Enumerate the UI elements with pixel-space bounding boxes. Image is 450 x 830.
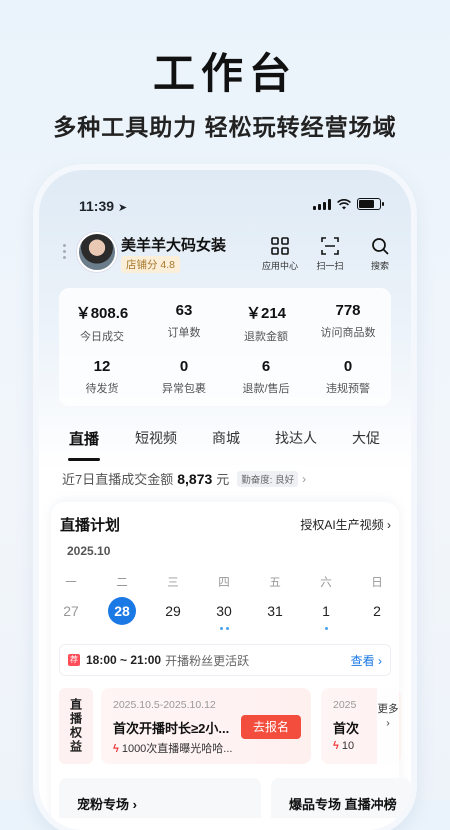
recommend-badge: 荐	[68, 654, 80, 666]
chevron-right-icon: ›	[386, 717, 390, 729]
drag-handle-icon[interactable]	[63, 244, 66, 262]
stat-today-gmv[interactable]: ￥808.6 今日成交	[61, 302, 143, 344]
chevron-right-icon: ›	[387, 518, 391, 532]
stat-orders[interactable]: 63 订单数	[143, 302, 225, 340]
location-arrow-icon: ➤	[118, 202, 128, 214]
schedule-dots	[306, 627, 346, 631]
battery-icon	[357, 198, 384, 210]
stat-violation-alerts[interactable]: 0 违规预警	[307, 358, 389, 396]
schedule-dots	[204, 627, 244, 631]
slot-desc: 开播粉丝更活跃	[165, 653, 250, 668]
promo-title: 首次	[333, 721, 360, 736]
hero-subtitle: 多种工具助力 轻松玩转经营场域	[53, 114, 397, 140]
wifi-icon	[337, 198, 351, 209]
cellular-signal-icon	[313, 198, 331, 210]
search-icon	[372, 238, 389, 255]
recommended-slot[interactable]: 荐 18:00 ~ 21:00 开播粉丝更活跃 查看 ›	[59, 644, 391, 676]
promo-desc: ϟ 10	[333, 740, 355, 752]
shop-score-badge[interactable]: 店铺分 4.8	[121, 256, 181, 273]
signup-button[interactable]: 去报名	[241, 715, 301, 739]
shop-header: 美羊羊大码女装 店铺分 4.8 应用中心 扫一扫 搜索	[57, 232, 399, 274]
calendar-day[interactable]: 五 31	[255, 574, 295, 631]
lightning-icon: ϟ	[113, 743, 119, 755]
shop-avatar[interactable]	[77, 232, 117, 272]
calendar-day-selected[interactable]: 二 28	[102, 574, 142, 631]
promo-desc: ϟ 1000次直播曝光哈哈...	[113, 743, 233, 755]
calendar-month: 2025.10	[67, 544, 111, 558]
promo-card[interactable]: 2025.10.5-2025.10.12 首次开播时长≥2小... ϟ 1000次…	[101, 688, 311, 764]
promo-date: 2025	[333, 699, 357, 711]
app-center-label: 应用中心	[261, 261, 298, 271]
status-time: 11:39 ➤	[79, 198, 128, 214]
phone-frame: 11:39 ➤ 美羊羊大码女装 店铺分 4.8 应用中心 扫一扫 搜索 ￥808…	[39, 170, 411, 830]
live-plan-title: 直播计划	[60, 517, 121, 534]
status-bar: 11:39 ➤	[79, 198, 384, 214]
calendar-day[interactable]: 六1	[306, 574, 346, 631]
ai-video-link[interactable]: 授权AI生产视频 ›	[300, 516, 391, 533]
week-gmv-value: 8,873	[177, 470, 213, 487]
tab-live[interactable]: 直播	[68, 428, 101, 461]
hero-title: 工作台	[152, 50, 297, 97]
fan-special-card[interactable]: 宠粉专场 ›	[59, 778, 261, 818]
live-plan-card: 直播计划 授权AI生产视频 › 2025.10 一 27 二 28 三 29 四 30 …	[51, 502, 411, 830]
diligence-chip: 勤奋度: 良好	[237, 470, 299, 487]
calendar-day[interactable]: 三 29	[153, 574, 193, 631]
active-tab-indicator	[68, 458, 101, 461]
week-gmv-row[interactable]: 近7日直播成交金额 8,873 元 勤奋度: 良好 ›	[62, 469, 306, 488]
stats-panel: ￥808.6 今日成交 63 订单数 ￥214 退款金额 778 访问商品数 12 待发货…	[59, 288, 391, 406]
calendar-day[interactable]: 日2	[357, 574, 397, 631]
scan-button[interactable]: 扫一扫	[311, 232, 349, 272]
promo-date: 2025.10.5-2025.10.12	[113, 699, 216, 711]
app-center-button[interactable]: 应用中心	[261, 232, 299, 272]
live-rights-tag: 直播权益	[59, 688, 93, 764]
app-grid-icon	[271, 237, 289, 255]
tab-mall[interactable]: 商城	[212, 428, 240, 448]
slot-time: 18:00 ~ 21:00	[86, 653, 162, 667]
search-label: 搜索	[370, 261, 389, 271]
calendar-day[interactable]: 四 30	[204, 574, 244, 631]
stat-visited-products[interactable]: 778 访问商品数	[307, 302, 389, 340]
quick-actions: 应用中心 扫一扫 搜索	[261, 232, 399, 272]
channel-tabs: 直播 短视频 商城 找达人 大促	[68, 428, 411, 461]
promo-title: 首次开播时长≥2小...	[113, 721, 230, 736]
lightning-icon: ϟ	[333, 740, 339, 752]
hot-item-card[interactable]: 爆品专场 直播冲榜	[271, 778, 411, 818]
tab-big-promo[interactable]: 大促	[352, 428, 380, 448]
stat-refund-amount[interactable]: ￥214 退款金额	[225, 302, 307, 344]
tab-short-video[interactable]: 短视频	[135, 428, 177, 448]
stat-refunds-aftersale[interactable]: 6 退款/售后	[225, 358, 307, 396]
scan-label: 扫一扫	[316, 261, 344, 271]
scan-icon	[321, 237, 339, 255]
tab-find-creators[interactable]: 找达人	[275, 428, 317, 448]
shop-name[interactable]: 美羊羊大码女装	[121, 234, 226, 255]
slot-view-link[interactable]: 查看 ›	[351, 652, 382, 669]
calendar-day[interactable]: 一 27	[51, 574, 91, 631]
chevron-right-icon: ›	[302, 471, 307, 486]
stat-abnormal-packages[interactable]: 0 异常包裹	[143, 358, 225, 396]
week-gmv-label: 近7日直播成交金额	[62, 472, 174, 487]
week-gmv-unit: 元	[216, 472, 230, 487]
stat-to-ship[interactable]: 12 待发货	[61, 358, 143, 396]
search-button[interactable]: 搜索	[361, 232, 399, 272]
more-rights-button[interactable]: 更多 ›	[377, 688, 399, 764]
